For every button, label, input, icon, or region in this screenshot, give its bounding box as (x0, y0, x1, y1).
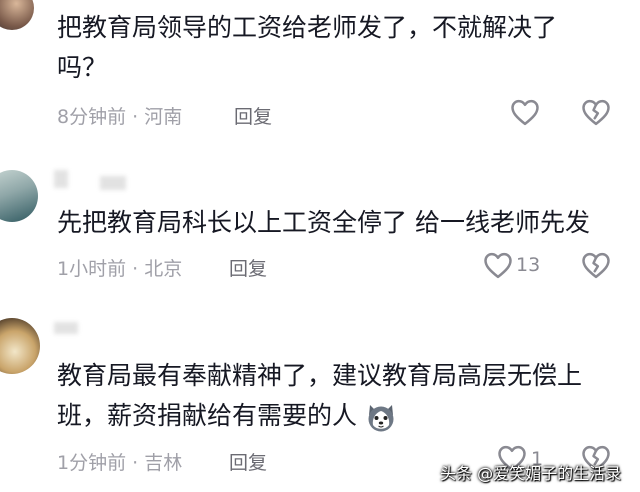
meta-separator: · (126, 106, 145, 128)
comment-line: 吗？ (57, 53, 108, 82)
avatar[interactable] (0, 170, 38, 222)
avatar[interactable] (0, 318, 40, 374)
meta-separator: · (126, 258, 145, 280)
comment-time: 1分钟前 (57, 452, 127, 474)
meta-separator: · (126, 452, 145, 474)
reply-button[interactable]: 回复 (234, 102, 272, 129)
comment-text: 先把教育局科长以上工资全停了 给一线老师先发 (57, 203, 627, 243)
broken-heart-icon[interactable] (581, 98, 611, 126)
comment-meta: 1小时前 · 北京 (57, 254, 182, 281)
comment-time: 1小时前 (57, 258, 127, 280)
username-redacted (100, 176, 126, 190)
like-count: 13 (516, 254, 541, 276)
comment-location: 北京 (144, 258, 183, 280)
husky-emoji-icon (368, 405, 394, 432)
reply-button[interactable]: 回复 (229, 254, 267, 281)
avatar[interactable] (0, 0, 34, 30)
comment-line: 教育局最有奉献精神了，建议教育局高层无偿上 (57, 361, 583, 390)
username-redacted (54, 322, 78, 334)
comment-text: 把教育局领导的工资给老师发了，不就解决了 吗？ (57, 8, 627, 88)
comment-line: 班，薪资捐献给有需要的人 (57, 401, 358, 430)
comment-meta: 1分钟前 · 吉林 (57, 448, 182, 475)
heart-outline-icon[interactable] (510, 98, 540, 126)
comment-location: 河南 (144, 106, 183, 128)
comment-line: 把教育局领导的工资给老师发了，不就解决了 (57, 13, 558, 42)
comment-line: 先把教育局科长以上工资全停了 给一线老师先发 (57, 208, 590, 237)
comment-text: 教育局最有奉献精神了，建议教育局高层无偿上 班，薪资捐献给有需要的人 (57, 356, 627, 436)
heart-outline-icon[interactable] (483, 251, 513, 279)
watermark: 头条 @爱笑媚子的生活录 (440, 464, 622, 483)
comment-time: 8分钟前 (57, 106, 127, 128)
comment-meta: 8分钟前 · 河南 (57, 102, 182, 129)
username-redacted (54, 170, 68, 188)
broken-heart-icon[interactable] (581, 251, 611, 279)
comment-location: 吉林 (144, 452, 183, 474)
reply-button[interactable]: 回复 (229, 448, 267, 475)
